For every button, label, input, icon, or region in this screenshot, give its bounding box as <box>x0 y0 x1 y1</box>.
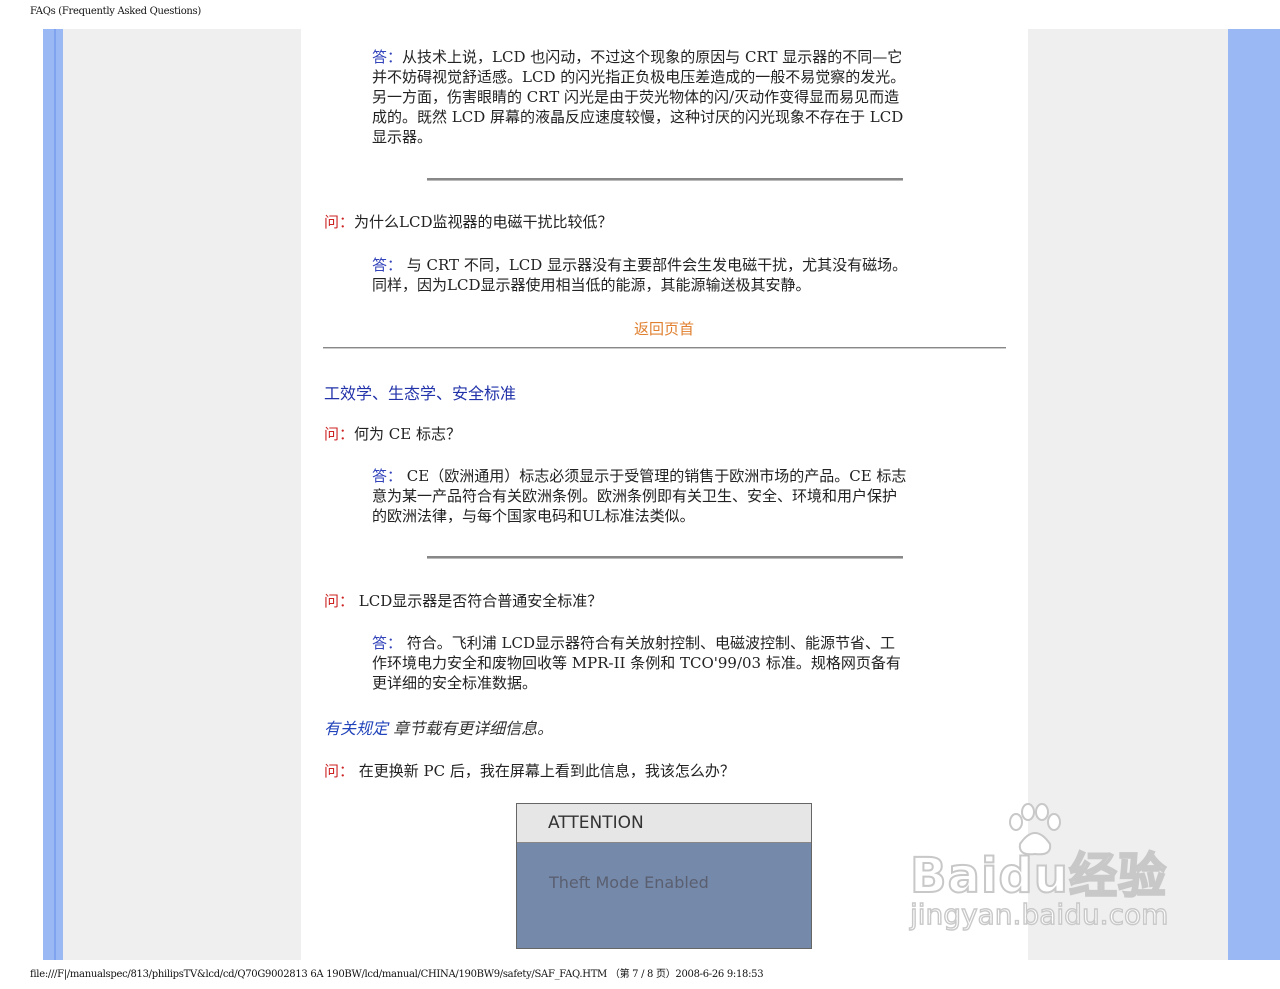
divider <box>427 178 903 181</box>
question-ce: 问：何为 CE 标志？ <box>324 425 461 443</box>
attention-title: ATTENTION <box>517 804 811 843</box>
attention-dialog-image: ATTENTION Theft Mode Enabled <box>516 803 812 949</box>
right-blue-band <box>1228 29 1280 960</box>
divider <box>427 556 903 559</box>
answer-label: 答： <box>372 467 403 485</box>
answer-label: 答： <box>372 48 403 66</box>
answer-flicker: 答：从技术上说，LCD 也闪动，不过这个现象的原因与 CRT 显示器的不同—它 … <box>372 48 906 146</box>
question-label: 问： <box>324 592 355 610</box>
question-theft-mode: 问： 在更换新 PC 后，我在屏幕上看到此信息，我该怎么办？ <box>324 762 735 780</box>
attention-message: Theft Mode Enabled <box>549 873 709 892</box>
answer-label: 答： <box>372 256 403 274</box>
answer-safety: 答： 符合。飞利浦 LCD显示器符合有关放射控制、电磁波控制、能源节省、工 作环… <box>372 634 901 692</box>
question-safety: 问： LCD显示器是否符合普通安全标准？ <box>324 592 603 610</box>
answer-label: 答： <box>372 634 403 652</box>
question-label: 问： <box>324 425 355 443</box>
watermark: Baidu经验 jingyan.baidu.com <box>906 800 1206 940</box>
regulatory-note: 有关规定 章节载有更详细信息。 <box>324 719 554 738</box>
question-label: 问： <box>324 762 355 780</box>
page-footer: file:///F|/manualspec/813/philipsTV&lcd/… <box>30 969 764 980</box>
question-label: 问： <box>324 213 355 231</box>
left-blue-band <box>43 29 63 960</box>
section-divider <box>323 347 1006 349</box>
watermark-word: Baidu经验 <box>909 847 1167 905</box>
page-header: FAQs (Frequently Asked Questions) <box>30 6 201 17</box>
question-emi: 问：为什么LCD监视器的电磁干扰比较低？ <box>324 213 613 231</box>
section-title: 工效学、生态学、安全标准 <box>324 384 517 403</box>
watermark-url: jingyan.baidu.com <box>909 897 1169 931</box>
answer-ce: 答： CE（欧洲通用）标志必须显示于受管理的销售于欧洲市场的产品。CE 标志 意… <box>372 467 907 525</box>
left-gray-band <box>63 29 301 960</box>
regulatory-link[interactable]: 有关规定 <box>324 719 388 738</box>
back-to-top-link[interactable]: 返回页首 <box>634 318 694 339</box>
answer-emi: 答： 与 CRT 不同，LCD 显示器没有主要部件会生发电磁干扰，尤其没有磁场。… <box>372 256 908 294</box>
